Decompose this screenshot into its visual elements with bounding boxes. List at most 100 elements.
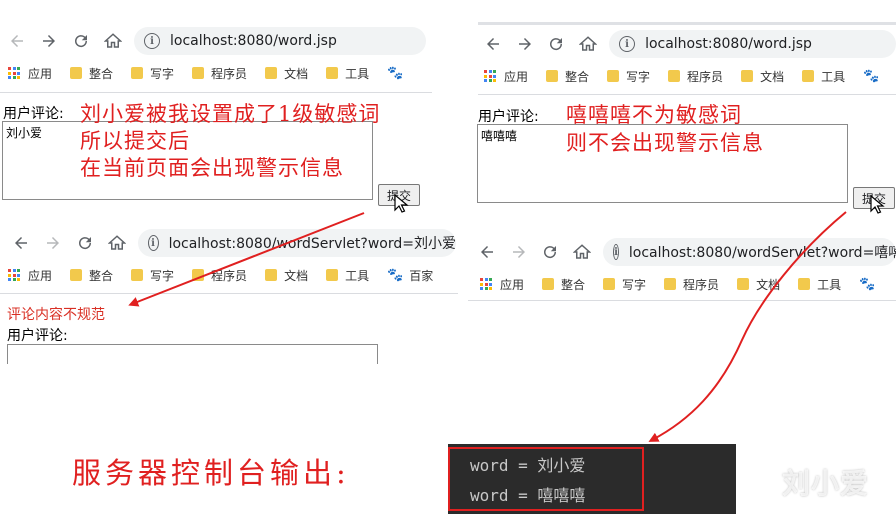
baidu-paw-icon: 🐾 (859, 276, 876, 292)
divider (0, 293, 458, 294)
folder-icon (265, 269, 278, 281)
bookmark-baidu[interactable]: 🐾 (387, 66, 409, 81)
comment-textarea[interactable] (7, 344, 378, 364)
folder-icon (131, 269, 144, 281)
arrow-right-icon[interactable] (42, 232, 64, 254)
comment-label: 用户评论: (7, 328, 68, 344)
folder-icon (603, 278, 616, 290)
reload-icon[interactable] (70, 30, 92, 52)
folder-icon (265, 67, 278, 79)
info-icon[interactable]: i (613, 244, 619, 260)
baidu-paw-icon: 🐾 (387, 65, 404, 81)
bookmark-folder[interactable]: 写字 (607, 68, 650, 85)
arrow-right-icon[interactable] (508, 241, 530, 263)
bookmark-apps[interactable]: 应用 (484, 68, 528, 85)
info-icon[interactable]: i (619, 36, 636, 52)
url-text: localhost:8080/word.jsp (170, 33, 337, 49)
annotation-left-line1: 刘小爱被我设置成了1级敏感词 (80, 102, 381, 126)
bookmark-folder[interactable]: 工具 (326, 267, 369, 284)
folder-icon (131, 67, 144, 79)
reload-icon[interactable] (540, 241, 562, 263)
arrow-left-icon[interactable] (6, 30, 28, 52)
home-icon[interactable] (571, 241, 593, 263)
bookmark-folder[interactable]: 工具 (326, 65, 369, 82)
bookmark-folder[interactable]: 程序员 (664, 276, 719, 293)
comment-label: 用户评论: (478, 109, 539, 125)
folder-icon (326, 67, 339, 79)
info-icon[interactable]: i (144, 33, 160, 49)
folder-icon (542, 278, 555, 290)
top-left-toolbar: i localhost:8080/word.jsp (6, 26, 430, 56)
reload-icon[interactable] (546, 33, 568, 55)
bookmark-folder[interactable]: 写字 (603, 276, 646, 293)
bookmark-folder[interactable]: 整合 (546, 68, 589, 85)
arrow-left-icon[interactable] (10, 232, 32, 254)
bookmark-folder[interactable]: 文档 (265, 267, 308, 284)
arrow-left-icon[interactable] (482, 33, 504, 55)
folder-icon (70, 269, 83, 281)
home-icon[interactable] (577, 33, 599, 55)
window-top-edge (478, 22, 896, 25)
arrow-right-icon[interactable] (514, 33, 536, 55)
url-text: localhost:8080/wordServlet?word=刘小爱 (168, 236, 456, 252)
address-bar[interactable]: i localhost:8080/word.jsp (609, 30, 896, 58)
folder-icon (326, 269, 339, 281)
reload-icon[interactable] (74, 232, 96, 254)
arrow-to-warning (128, 212, 365, 307)
bookmark-folder[interactable]: 文档 (737, 276, 780, 293)
bookmark-folder[interactable]: 写字 (131, 65, 174, 82)
baidu-paw-icon: 🐾 (387, 267, 404, 283)
bookmark-apps[interactable]: 应用 (8, 267, 52, 284)
arrow-right-icon[interactable] (38, 30, 60, 52)
bookmark-folder[interactable]: 程序员 (192, 65, 247, 82)
folder-icon (70, 67, 83, 79)
apps-grid-icon (8, 67, 20, 79)
info-icon[interactable]: i (147, 235, 159, 251)
mouse-cursor-icon (870, 195, 885, 214)
folder-icon (607, 70, 620, 82)
bookmark-baidu[interactable]: 🐾 (859, 277, 881, 292)
folder-icon (737, 278, 750, 290)
address-bar[interactable]: i localhost:8080/wordServlet?word=嘻嘻 (603, 238, 896, 266)
folder-icon (664, 278, 677, 290)
home-icon[interactable] (102, 30, 124, 52)
annotation-right-line1: 嘻嘻嘻不为敏感词 (566, 103, 742, 127)
bookmark-folder[interactable]: 整合 (70, 65, 113, 82)
address-bar[interactable]: i localhost:8080/wordServlet?word=刘小爱 (137, 229, 456, 257)
bookmark-folder[interactable]: 程序员 (192, 267, 247, 284)
folder-icon (798, 278, 811, 290)
mouse-cursor-icon (394, 194, 409, 213)
apps-grid-icon (8, 269, 20, 281)
bookmark-folder[interactable]: 文档 (741, 68, 784, 85)
comment-label: 用户评论: (3, 106, 64, 122)
bookmark-folder[interactable]: 整合 (70, 267, 113, 284)
bookmarks-bar: 应用 整合 写字 程序员 文档 工具 🐾 (484, 65, 896, 87)
bookmark-folder[interactable]: 文档 (265, 65, 308, 82)
address-bar[interactable]: i localhost:8080/word.jsp (134, 27, 426, 55)
url-text: localhost:8080/wordServlet?word=嘻嘻 (628, 245, 896, 261)
bookmark-apps[interactable]: 应用 (480, 276, 524, 293)
console-output-title: 服务器控制台输出: (72, 456, 350, 490)
bookmark-folder[interactable]: 程序员 (668, 68, 723, 85)
bookmark-folder[interactable]: 写字 (131, 267, 174, 284)
warning-message: 评论内容不规范 (7, 307, 105, 323)
watermark: 刘小爱 (782, 467, 870, 500)
folder-icon (192, 269, 205, 281)
arrow-left-icon[interactable] (476, 241, 498, 263)
annotation-left-line3: 在当前页面会出现警示信息 (80, 156, 344, 180)
bottom-left-toolbar: i localhost:8080/wordServlet?word=刘小爱 (10, 228, 456, 258)
bookmark-folder[interactable]: 工具 (798, 276, 841, 293)
bookmark-baidu[interactable]: 🐾 百家 (387, 267, 433, 284)
folder-icon (192, 67, 205, 79)
bottom-right-toolbar: i localhost:8080/wordServlet?word=嘻嘻 (476, 237, 896, 267)
console-highlight-box (448, 447, 644, 511)
bookmark-baidu[interactable]: 🐾 (863, 69, 885, 84)
folder-icon (668, 70, 681, 82)
bookmark-folder[interactable]: 整合 (542, 276, 585, 293)
baidu-paw-icon: 🐾 (863, 68, 880, 84)
folder-icon (741, 70, 754, 82)
home-icon[interactable] (106, 232, 128, 254)
bookmark-apps[interactable]: 应用 (8, 65, 52, 82)
divider (0, 92, 432, 93)
bookmark-folder[interactable]: 工具 (802, 68, 845, 85)
